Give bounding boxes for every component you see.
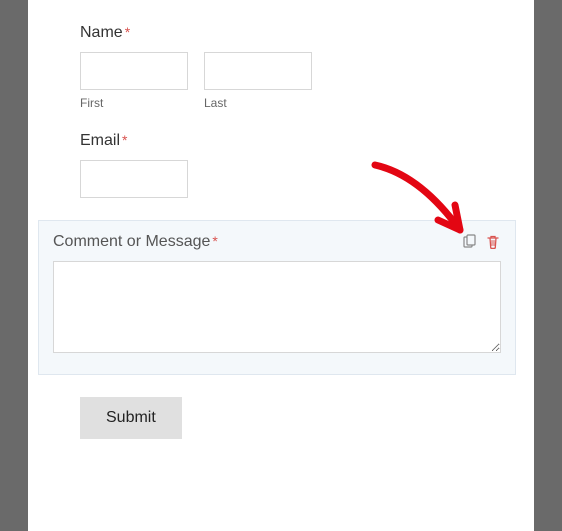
trash-icon[interactable]	[485, 234, 501, 250]
form-panel: Name* First Last Email* Comment or Messa…	[28, 0, 534, 531]
first-name-col: First	[80, 52, 188, 110]
email-label-text: Email	[80, 132, 120, 149]
name-label-text: Name	[80, 24, 123, 41]
name-inputs-row: First Last	[80, 52, 516, 110]
first-name-sublabel: First	[80, 96, 188, 110]
email-field-group: Email*	[80, 132, 516, 198]
last-name-sublabel: Last	[204, 96, 312, 110]
required-mark: *	[125, 24, 130, 40]
submit-button[interactable]: Submit	[80, 397, 182, 439]
comment-field-block[interactable]: Comment or Message*	[38, 220, 516, 375]
required-mark: *	[212, 233, 217, 249]
email-label: Email*	[80, 132, 516, 150]
first-name-input[interactable]	[80, 52, 188, 90]
comment-label: Comment or Message*	[53, 233, 218, 251]
required-mark: *	[122, 132, 127, 148]
name-field-group: Name* First Last	[80, 24, 516, 110]
name-label: Name*	[80, 24, 516, 42]
last-name-col: Last	[204, 52, 312, 110]
duplicate-icon[interactable]	[461, 234, 477, 250]
comment-label-text: Comment or Message	[53, 233, 210, 250]
comment-textarea[interactable]	[53, 261, 501, 353]
last-name-input[interactable]	[204, 52, 312, 90]
comment-actions	[461, 234, 501, 250]
comment-header: Comment or Message*	[53, 233, 501, 251]
email-input[interactable]	[80, 160, 188, 198]
